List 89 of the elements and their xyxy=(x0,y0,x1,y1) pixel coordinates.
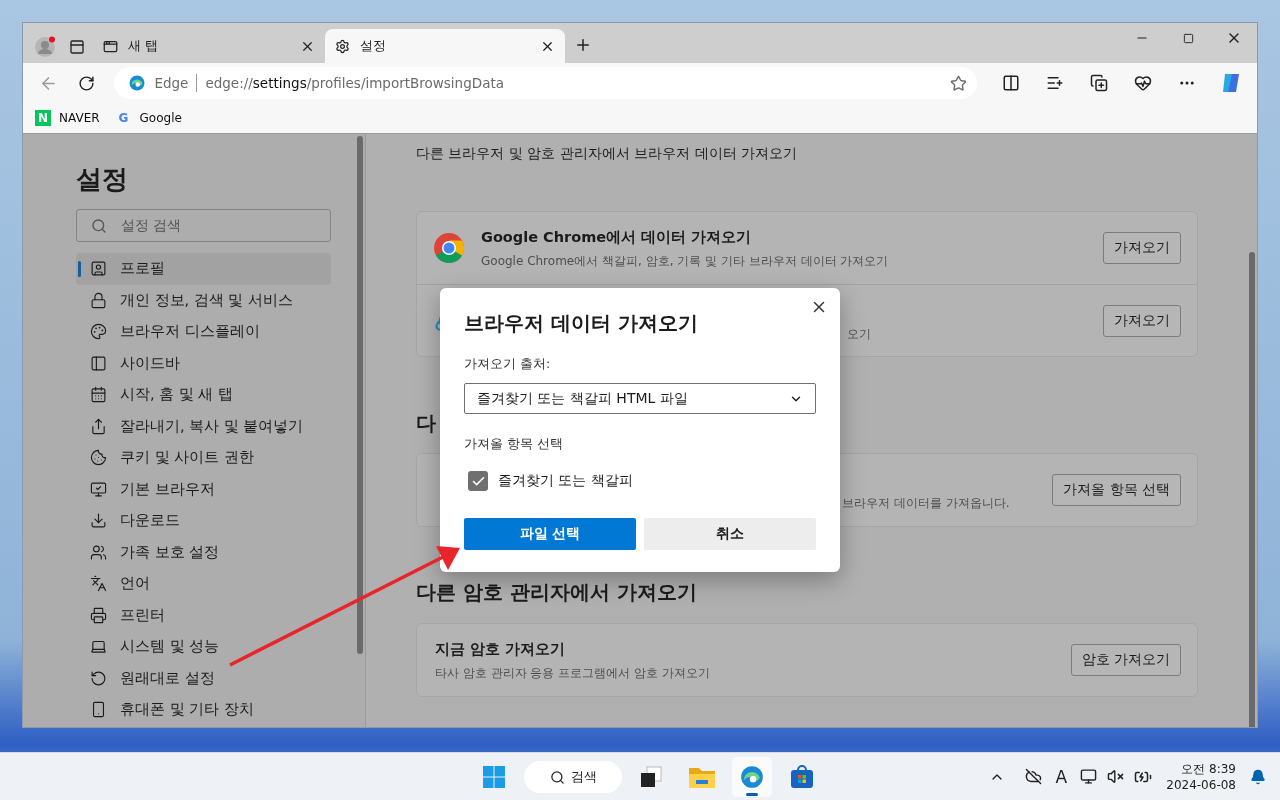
row-title: Google Chrome에서 데이터 가져오기 xyxy=(481,228,753,247)
intro-text: 다른 브라우저 및 암호 관리자에서 브라우저 데이터 가져오기 xyxy=(416,144,799,163)
mute-icon[interactable] xyxy=(1107,768,1125,785)
edge-icon xyxy=(739,764,765,790)
sidebar-item[interactable]: 시작, 홈 및 새 탭 xyxy=(76,379,331,411)
dialog-title: 브라우저 데이터 가져오기 xyxy=(464,310,699,336)
favorites-list-icon[interactable] xyxy=(1046,74,1064,92)
network-icon[interactable] xyxy=(1080,768,1098,785)
notification-bell-icon[interactable] xyxy=(1250,768,1266,785)
checkbox[interactable] xyxy=(468,471,488,491)
row-title: 지금 암호 가져오기 xyxy=(435,640,567,659)
chrome-logo-icon xyxy=(433,232,465,264)
calendar-icon xyxy=(90,386,107,404)
new-tab-icon xyxy=(103,38,118,54)
settings-icon xyxy=(335,38,350,54)
sidebar-item[interactable]: 잘라내기, 복사 및 붙여넣기 xyxy=(76,410,331,442)
import-button[interactable]: 가져올 항목 선택 xyxy=(1052,474,1181,506)
share-icon xyxy=(90,417,107,435)
split-screen-icon[interactable] xyxy=(1002,74,1020,92)
sidebar-item[interactable]: 시스템 및 성능 xyxy=(76,631,331,663)
sidebar-item[interactable]: 기본 브라우저 xyxy=(76,473,331,505)
sidebar-item[interactable]: 다운로드 xyxy=(76,505,331,537)
url-text: edge://settings/profiles/importBrowsingData xyxy=(205,75,505,91)
avatar-icon xyxy=(34,36,56,58)
lock-icon xyxy=(90,291,107,309)
settings-title: 설정 xyxy=(76,163,129,196)
row-description: Google Chrome에서 책갈피, 암호, 기록 및 기타 브라우저 데이터 가져오기 xyxy=(481,253,890,270)
sidebar-item[interactable]: 프린터 xyxy=(76,599,331,631)
printer-icon xyxy=(90,606,107,624)
collections-icon[interactable] xyxy=(1090,74,1108,92)
language-icon xyxy=(90,575,107,593)
heart-pulse-icon[interactable] xyxy=(1134,74,1152,92)
edge-logo-icon xyxy=(128,74,147,92)
windows-logo-icon[interactable] xyxy=(482,765,506,789)
sidebar-item[interactable]: 개인 정보, 검색 및 서비스 xyxy=(76,284,331,316)
import-button[interactable]: 암호 가져오기 xyxy=(1070,644,1181,676)
palette-icon xyxy=(90,323,107,341)
phone-icon xyxy=(90,701,107,719)
sidebar-item[interactable]: 쿠키 및 사이트 권한 xyxy=(76,442,331,474)
section-heading: 다 xyxy=(416,410,437,437)
sidebar-icon xyxy=(90,354,107,372)
search-field[interactable]: 설정 검색 xyxy=(76,209,331,242)
profile-icon xyxy=(90,260,107,278)
input-mode-indicator[interactable]: A xyxy=(1052,766,1071,787)
site-label: Edge xyxy=(154,75,189,91)
family-icon xyxy=(90,543,107,561)
section-heading: 다른 암호 관리자에서 가져오기 xyxy=(416,579,698,606)
row-description: 브라우저 데이터를 가져옵니다. xyxy=(842,495,1011,512)
address-bar[interactable]: Edge edge://settings/profiles/importBrowsingData xyxy=(114,67,977,99)
field-label: 가져올 항목 선택 xyxy=(464,436,564,453)
field-label: 가져오기 출처: xyxy=(464,356,552,373)
bookmark-item[interactable]: G Google xyxy=(115,110,182,126)
reset-icon xyxy=(90,669,107,687)
new-tab-icon[interactable] xyxy=(574,36,592,54)
choose-file-button[interactable]: 파일 선택 xyxy=(464,518,636,550)
sidebar-item[interactable]: 언어 xyxy=(76,568,331,600)
search-icon xyxy=(549,769,565,785)
checkbox-label: 즐겨찾기 또는 책갈피 xyxy=(498,472,633,490)
cancel-button[interactable]: 취소 xyxy=(644,518,816,550)
sidebar-item[interactable]: 휴대폰 및 기타 장치 xyxy=(76,694,331,726)
folder-icon xyxy=(688,765,716,789)
taskbar-search[interactable]: 검색 xyxy=(524,761,622,793)
workspaces-icon[interactable] xyxy=(69,39,85,55)
row-description: 타사 암호 관리자 응용 프로그램에서 암호 가져오기 xyxy=(435,665,711,682)
copilot-logo-icon[interactable] xyxy=(1222,73,1240,93)
clock[interactable]: 오전 8:39 2024-06-08 xyxy=(1166,760,1236,793)
task-view-icon xyxy=(639,765,665,789)
sidebar-item[interactable]: 사이드바 xyxy=(76,347,331,379)
download-icon xyxy=(90,512,107,530)
cookie-icon xyxy=(90,449,107,467)
source-dropdown[interactable]: 즐겨찾기 또는 책갈피 HTML 파일 xyxy=(464,383,816,414)
search-icon xyxy=(91,217,107,234)
sidebar-item[interactable]: 프로필 xyxy=(76,253,331,285)
sidebar-item[interactable]: 원래대로 설정 xyxy=(76,662,331,694)
sidebar-item[interactable]: 가족 보호 설정 xyxy=(76,536,331,568)
laptop-icon xyxy=(90,638,107,656)
import-button[interactable]: 가져오기 xyxy=(1103,304,1181,337)
sidebar-item[interactable]: 브라우저 디스플레이 xyxy=(76,316,331,348)
store-icon xyxy=(789,764,815,790)
browser-tab[interactable]: 설정 xyxy=(325,29,565,63)
bookmark-item[interactable]: N NAVER xyxy=(35,110,100,126)
row-description: 오기 xyxy=(847,325,872,343)
browser-check-icon xyxy=(90,480,107,498)
browser-tab[interactable]: 새 탭 xyxy=(93,29,325,63)
maximize-icon[interactable] xyxy=(1182,32,1194,44)
favorite-star-icon[interactable] xyxy=(950,74,967,92)
refresh-icon[interactable] xyxy=(78,74,96,92)
import-button[interactable]: 가져오기 xyxy=(1103,232,1181,264)
cloud-off-icon[interactable] xyxy=(1025,768,1043,785)
